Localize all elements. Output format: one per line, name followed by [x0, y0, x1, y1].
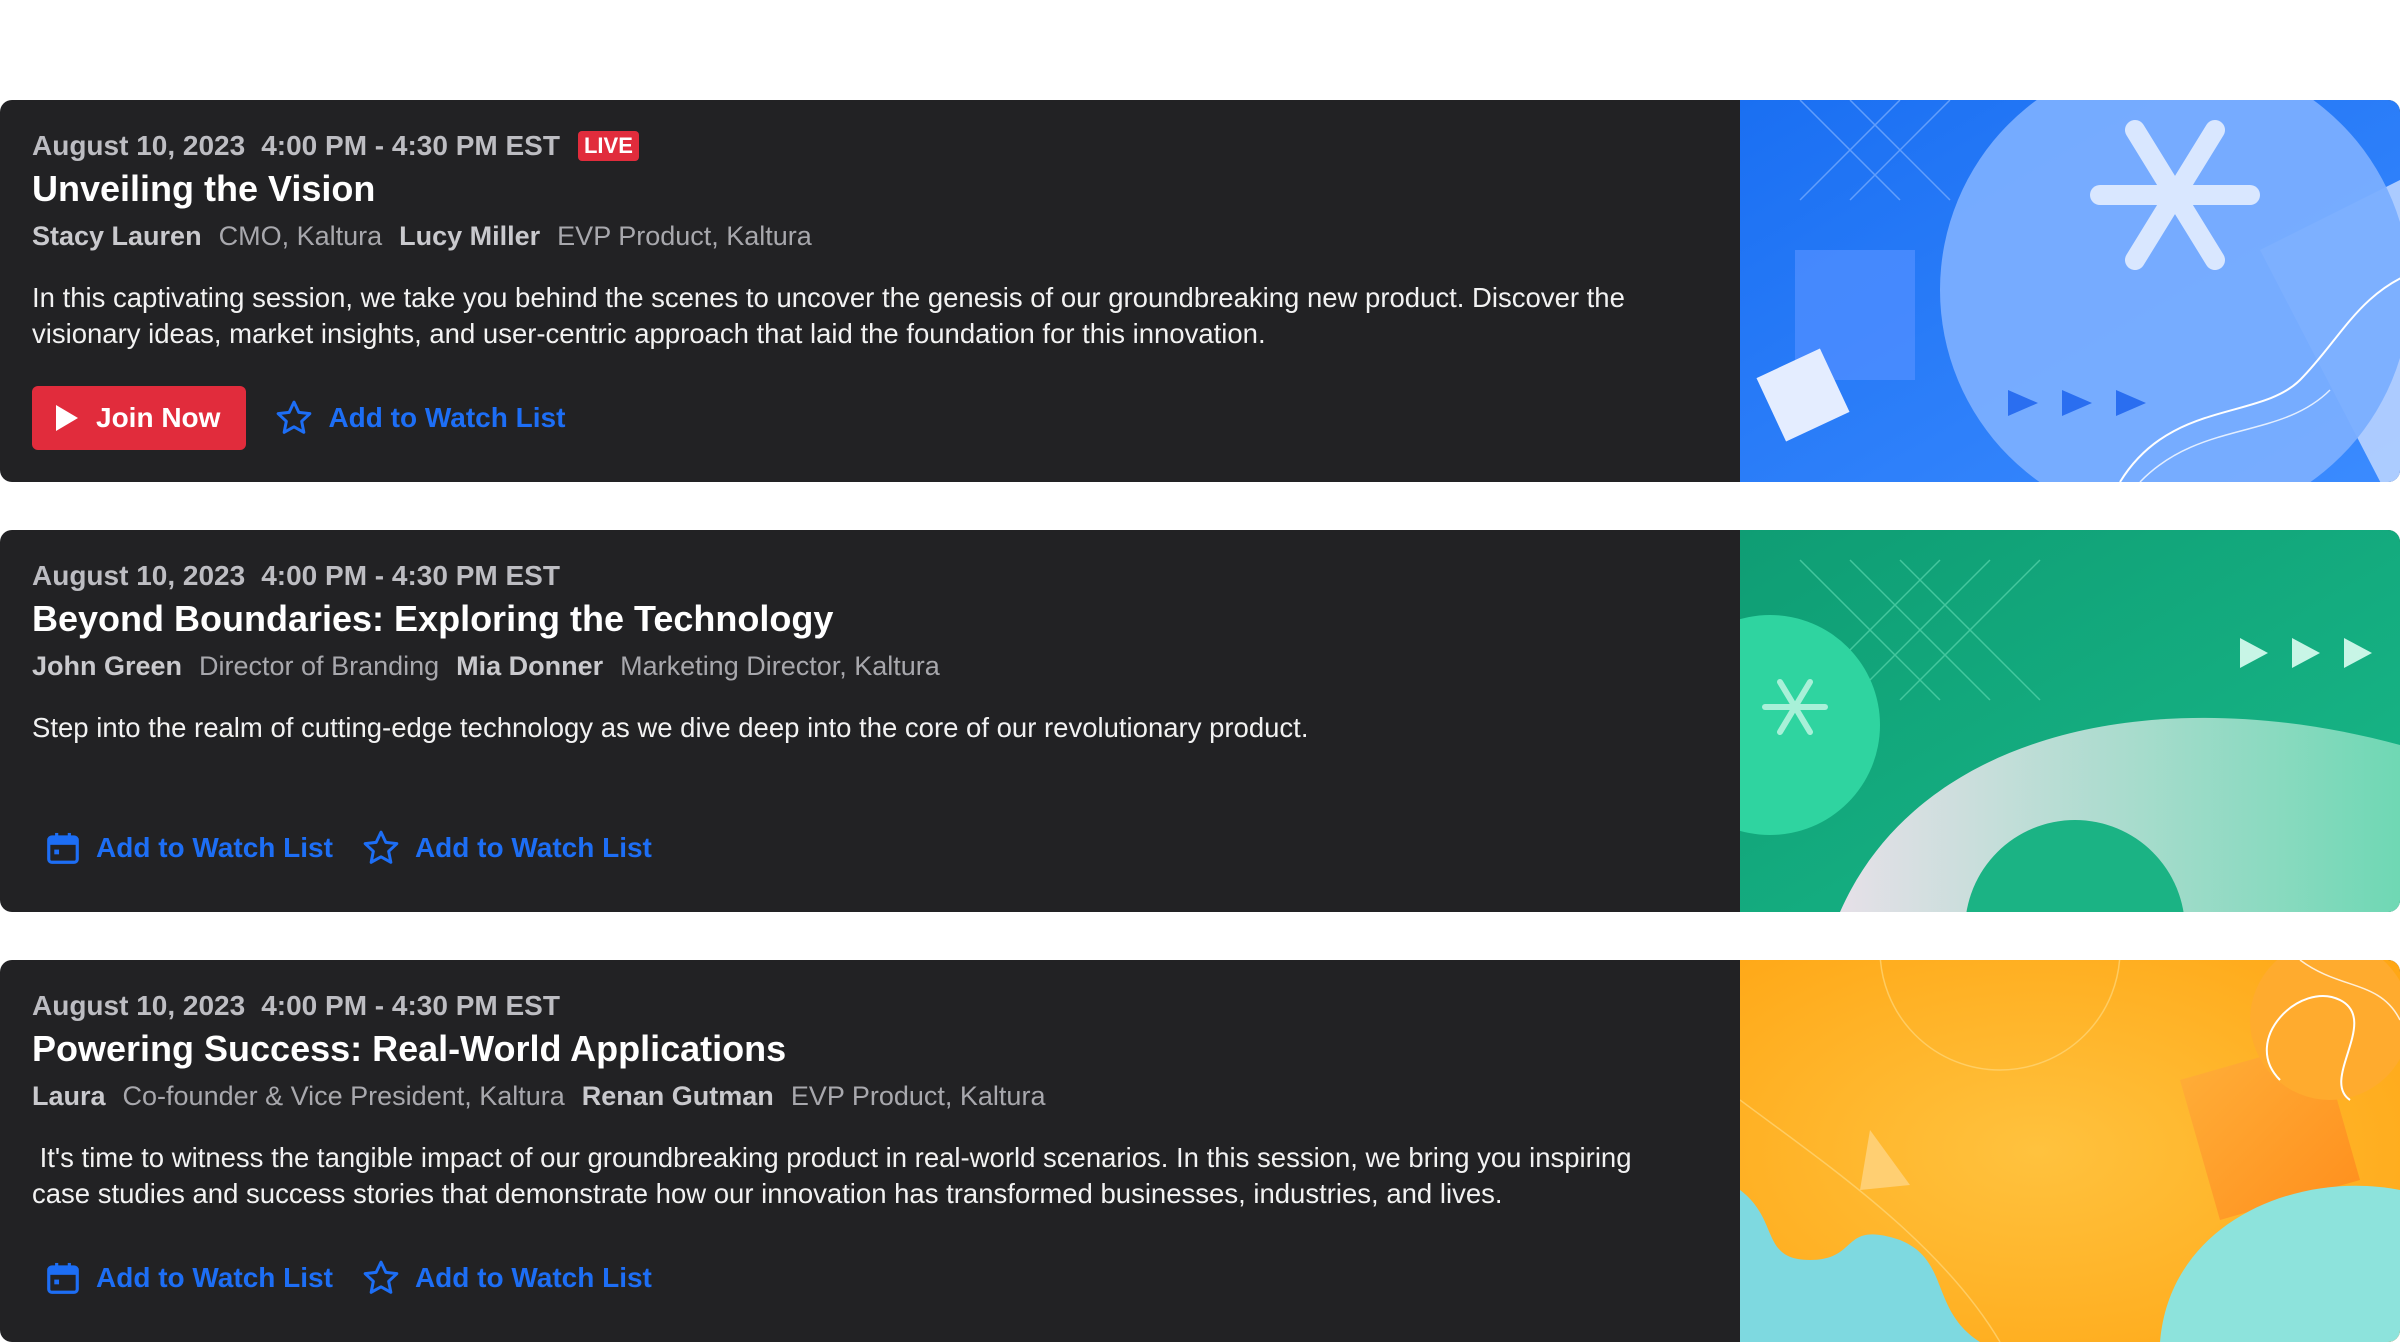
add-to-calendar-button[interactable]: Add to Watch List [44, 816, 333, 880]
speaker-role: EVP Product, Kaltura [790, 1081, 1046, 1111]
add-to-watch-list-button[interactable]: Add to Watch List [361, 1246, 652, 1310]
session-thumbnail[interactable] [1740, 960, 2400, 1342]
add-to-calendar-label: Add to Watch List [96, 1262, 333, 1293]
add-to-calendar-label: Add to Watch List [96, 832, 333, 863]
session-description: In this captivating session, we take you… [32, 282, 1625, 349]
session-datetime: August 10, 2023 4:00 PM - 4:30 PM EST [32, 990, 560, 1022]
session-datetime: August 10, 2023 4:00 PM - 4:30 PM EST [32, 560, 560, 592]
session-actions: Add to Watch List Add to Watch List [32, 1246, 652, 1310]
add-to-watch-list-label: Add to Watch List [414, 1262, 652, 1293]
session-card-body: August 10, 2023 4:00 PM - 4:30 PM EST Po… [32, 960, 1692, 1342]
session-card[interactable]: August 10, 2023 4:00 PM - 4:30 PM EST Be… [0, 530, 2400, 912]
session-title[interactable]: Unveiling the Vision [32, 168, 375, 210]
calendar-icon [47, 1262, 79, 1294]
session-card[interactable]: August 10, 2023 4:00 PM - 4:30 PM EST LI… [0, 100, 2400, 482]
session-actions: Add to Watch List Add to Watch List [32, 816, 652, 880]
speaker-name[interactable]: Laura [32, 1081, 106, 1112]
session-time: 4:00 PM - 4:30 PM EST [261, 130, 560, 161]
speaker-name[interactable]: John Green [32, 651, 182, 682]
session-datetime: August 10, 2023 4:00 PM - 4:30 PM EST LI… [32, 130, 639, 162]
session-card-body: August 10, 2023 4:00 PM - 4:30 PM EST Be… [32, 530, 1692, 912]
session-date: August 10, 2023 [32, 990, 246, 1021]
session-date: August 10, 2023 [32, 560, 246, 591]
star-icon [363, 1260, 399, 1294]
join-now-label: Join Now [96, 402, 221, 433]
session-title[interactable]: Beyond Boundaries: Exploring the Technol… [32, 598, 833, 640]
add-to-watch-list-button[interactable]: Add to Watch List [274, 386, 565, 450]
speaker-role: CMO, Kaltura [218, 221, 383, 251]
speaker-list: John Green Director of Branding Mia Donn… [32, 651, 957, 682]
speaker-name[interactable]: Mia Donner [456, 651, 603, 682]
speaker-role: Co-founder & Vice President, Kaltura [122, 1081, 565, 1111]
session-thumbnail-art [1740, 960, 2400, 1342]
add-to-watch-list-label: Add to Watch List [328, 402, 566, 433]
join-now-button[interactable]: Join Now [32, 386, 247, 450]
speaker-name[interactable]: Stacy Lauren [32, 221, 202, 252]
session-card[interactable]: August 10, 2023 4:00 PM - 4:30 PM EST Po… [0, 960, 2400, 1342]
speaker-list: Laura Co-founder & Vice President, Kaltu… [32, 1081, 1062, 1112]
speaker-role: EVP Product, Kaltura [557, 221, 812, 251]
speaker-role: Director of Branding [199, 651, 440, 681]
session-description: It's time to witness the tangible impact… [32, 1142, 1640, 1209]
session-date: August 10, 2023 [32, 130, 246, 161]
add-to-calendar-button[interactable]: Add to Watch List [44, 1246, 333, 1310]
live-badge: LIVE [577, 131, 639, 161]
speaker-name[interactable]: Lucy Miller [399, 221, 540, 252]
session-thumbnail[interactable] [1740, 100, 2400, 482]
session-time: 4:00 PM - 4:30 PM EST [261, 990, 560, 1021]
star-icon [363, 830, 399, 864]
add-to-watch-list-button[interactable]: Add to Watch List [361, 816, 652, 880]
calendar-icon [47, 832, 79, 864]
session-thumbnail-art [1740, 100, 2400, 482]
session-time: 4:00 PM - 4:30 PM EST [261, 560, 560, 591]
session-title[interactable]: Powering Success: Real-World Application… [32, 1028, 786, 1070]
speaker-list: Stacy Lauren CMO, Kaltura Lucy Miller EV… [32, 221, 829, 252]
session-thumbnail[interactable] [1740, 530, 2400, 912]
session-actions: Join Now Add to Watch List [32, 386, 565, 450]
session-card-body: August 10, 2023 4:00 PM - 4:30 PM EST LI… [32, 100, 1692, 482]
add-to-watch-list-label: Add to Watch List [414, 832, 652, 863]
speaker-role: Marketing Director, Kaltura [620, 651, 940, 681]
play-icon [56, 405, 78, 431]
session-description: Step into the realm of cutting-edge tech… [32, 712, 1309, 743]
star-icon [277, 400, 312, 434]
session-thumbnail-art [1740, 530, 2400, 912]
speaker-name[interactable]: Renan Gutman [582, 1081, 774, 1112]
